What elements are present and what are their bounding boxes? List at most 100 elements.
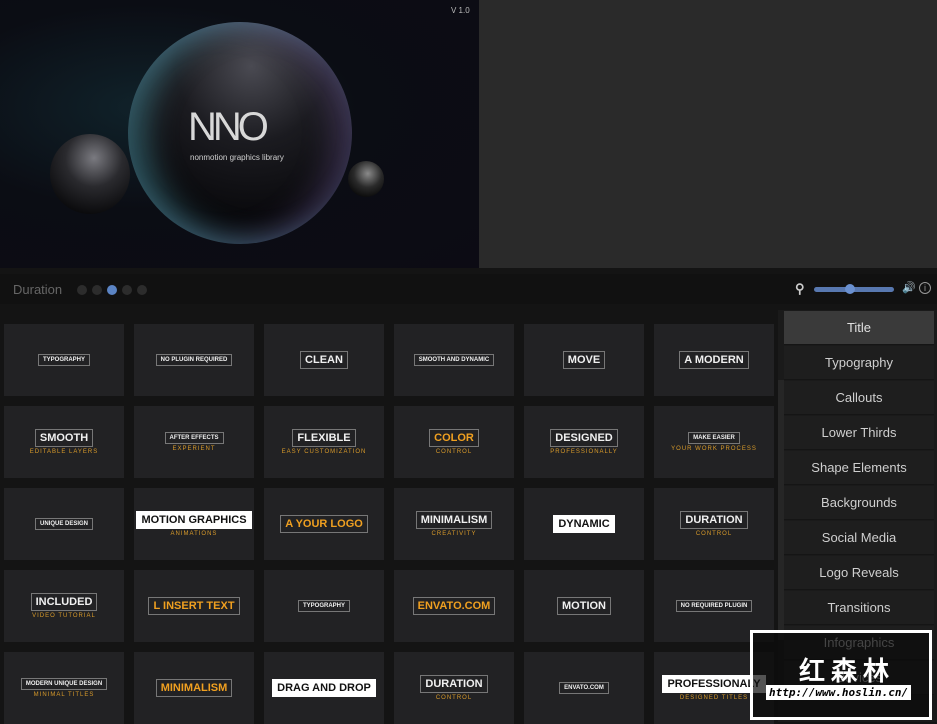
thumbnail-title: FLEXIBLE <box>292 429 356 447</box>
slider-thumb[interactable] <box>845 284 855 294</box>
watermark-text: 红森林 <box>799 656 896 686</box>
thumbnail-title: MINIMALISM <box>155 679 233 697</box>
category-logo-reveals[interactable]: Logo Reveals <box>784 556 934 590</box>
thumbnail-title: MOVE <box>562 351 606 369</box>
template-thumbnail[interactable]: MOVE <box>524 324 644 396</box>
template-thumbnail[interactable]: COLOR CONTROL <box>394 406 514 478</box>
duration-dot[interactable] <box>122 285 132 295</box>
thumbnail-title: MOTION <box>557 597 611 615</box>
thumbnail-grid: TYPOGRAPHY NO PLUGIN REQUIRED CLEAN SMOOTH … <box>0 310 778 724</box>
template-thumbnail[interactable]: DURATION CONTROL <box>654 488 774 560</box>
thumbnail-title: TYPOGRAPHY <box>297 600 350 612</box>
thumbnail-title: DESIGNED <box>550 429 618 447</box>
thumbnail-title: UNIQUE DESIGN <box>34 518 93 530</box>
thumbnail-title: MODERN UNIQUE DESIGN <box>20 678 108 690</box>
watermark: 红森林 http://www.hoslin.cn/ <box>750 630 932 720</box>
category-callouts[interactable]: Callouts <box>784 381 934 415</box>
template-thumbnail[interactable]: DESIGNED PROFESSIONALLY <box>524 406 644 478</box>
thumbnail-subtitle: CONTROL <box>435 449 473 455</box>
thumbnail-title: ENVATO.COM <box>559 682 609 694</box>
template-thumbnail[interactable]: A MODERN <box>654 324 774 396</box>
category-title[interactable]: Title <box>784 311 934 345</box>
template-thumbnail[interactable]: MOTION GRAPHICS ANIMATIONS <box>134 488 254 560</box>
logo: NNO <box>188 105 269 149</box>
thumbnail-subtitle: MINIMAL TITLES <box>33 692 95 698</box>
template-thumbnail[interactable]: NO PLUGIN REQUIRED <box>134 324 254 396</box>
duration-dot[interactable] <box>92 285 102 295</box>
thumbnail-title: A MODERN <box>679 351 749 369</box>
thumbnail-title: DURATION <box>420 675 488 693</box>
thumbnail-subtitle: CREATIVITY <box>431 531 477 537</box>
thumbnail-title: COLOR <box>429 429 479 447</box>
template-thumbnail[interactable]: INCLUDED VIDEO TUTORIAL <box>4 570 124 642</box>
thumbnail-title: CLEAN <box>300 351 348 369</box>
template-thumbnail[interactable]: SMOOTH EDITABLE LAYERS <box>4 406 124 478</box>
thumbnail-title: SMOOTH AND DYNAMIC <box>413 354 495 366</box>
zoom-slider[interactable] <box>814 284 894 294</box>
category-typography[interactable]: Typography <box>784 346 934 380</box>
template-thumbnail[interactable]: ENVATO.COM <box>524 652 644 724</box>
template-thumbnail[interactable]: L INSERT TEXT <box>134 570 254 642</box>
template-thumbnail[interactable]: FLEXIBLE EASY CUSTOMIZATION <box>264 406 384 478</box>
template-thumbnail[interactable]: DYNAMIC <box>524 488 644 560</box>
thumbnail-subtitle: VIDEO TUTORIAL <box>32 613 96 619</box>
thumbnail-subtitle: EDITABLE LAYERS <box>29 449 99 455</box>
template-thumbnail[interactable]: DRAG AND DROP <box>264 652 384 724</box>
thumbnail-title: NO PLUGIN REQUIRED <box>155 354 233 366</box>
template-thumbnail[interactable]: MOTION <box>524 570 644 642</box>
control-bar: Duration ⚲ 🔊 i <box>0 274 937 304</box>
template-thumbnail[interactable]: SMOOTH AND DYNAMIC <box>394 324 514 396</box>
preview-panel: NNO nonmotion graphics library V 1.0 <box>0 0 479 268</box>
thumbnail-title: TYPOGRAPHY <box>37 354 90 366</box>
info-icon[interactable]: i <box>919 282 931 294</box>
template-thumbnail[interactable]: TYPOGRAPHY <box>264 570 384 642</box>
template-thumbnail[interactable]: ENVATO.COM <box>394 570 514 642</box>
thumbnail-subtitle: EASY CUSTOMIZATION <box>281 449 367 455</box>
template-thumbnail[interactable]: A YOUR LOGO <box>264 488 384 560</box>
preview-side-area <box>479 0 937 268</box>
thumbnail-title: DURATION <box>680 511 748 529</box>
version-label: V 1.0 <box>451 6 470 15</box>
template-thumbnail[interactable]: MAKE EASIER YOUR WORK PROCESS <box>654 406 774 478</box>
tagline: nonmotion graphics library <box>190 153 284 162</box>
thumbnail-title: MOTION GRAPHICS <box>136 511 252 529</box>
watermark-url: http://www.hoslin.cn/ <box>766 685 912 700</box>
duration-label: Duration <box>13 282 63 297</box>
thumbnail-title: NO REQUIRED PLUGIN <box>675 600 753 612</box>
template-thumbnail[interactable]: TYPOGRAPHY <box>4 324 124 396</box>
thumbnail-title: DYNAMIC <box>553 515 615 533</box>
category-social-media[interactable]: Social Media <box>784 521 934 555</box>
duration-dot[interactable] <box>77 285 87 295</box>
sphere-small-left <box>50 134 130 214</box>
thumbnail-title: ENVATO.COM <box>412 597 496 615</box>
duration-dot[interactable] <box>137 285 147 295</box>
thumbnail-subtitle: EXPERIENT <box>172 446 216 452</box>
thumbnail-subtitle: PROFESSIONALLY <box>550 449 618 455</box>
volume-icon[interactable]: 🔊 <box>902 281 916 294</box>
thumbnail-title: L INSERT TEXT <box>148 597 240 615</box>
thumbnail-subtitle: CONTROL <box>435 695 473 701</box>
thumbnail-title: MAKE EASIER <box>688 432 740 444</box>
thumbnail-title: INCLUDED <box>30 593 98 611</box>
category-lower-thirds[interactable]: Lower Thirds <box>784 416 934 450</box>
thumbnail-title: MINIMALISM <box>415 511 493 529</box>
thumbnail-subtitle: DESIGNED TITLES <box>679 695 749 701</box>
thumbnail-subtitle: ANIMATIONS <box>170 531 218 537</box>
duration-dot[interactable] <box>107 285 117 295</box>
search-icon[interactable]: ⚲ <box>795 281 805 297</box>
thumbnail-title: A YOUR LOGO <box>280 515 368 533</box>
template-thumbnail[interactable]: MINIMALISM CREATIVITY <box>394 488 514 560</box>
template-thumbnail[interactable]: UNIQUE DESIGN <box>4 488 124 560</box>
template-thumbnail[interactable]: MINIMALISM <box>134 652 254 724</box>
template-thumbnail[interactable]: MODERN UNIQUE DESIGN MINIMAL TITLES <box>4 652 124 724</box>
category-backgrounds[interactable]: Backgrounds <box>784 486 934 520</box>
template-thumbnail[interactable]: DURATION CONTROL <box>394 652 514 724</box>
sphere-small-right <box>348 161 384 197</box>
template-thumbnail[interactable]: CLEAN <box>264 324 384 396</box>
thumbnail-title: AFTER EFFECTS <box>164 432 224 444</box>
category-transitions[interactable]: Transitions <box>784 591 934 625</box>
thumbnail-subtitle: CONTROL <box>695 531 733 537</box>
template-thumbnail[interactable]: AFTER EFFECTS EXPERIENT <box>134 406 254 478</box>
thumbnail-subtitle: YOUR WORK PROCESS <box>671 446 757 452</box>
category-shape-elements[interactable]: Shape Elements <box>784 451 934 485</box>
